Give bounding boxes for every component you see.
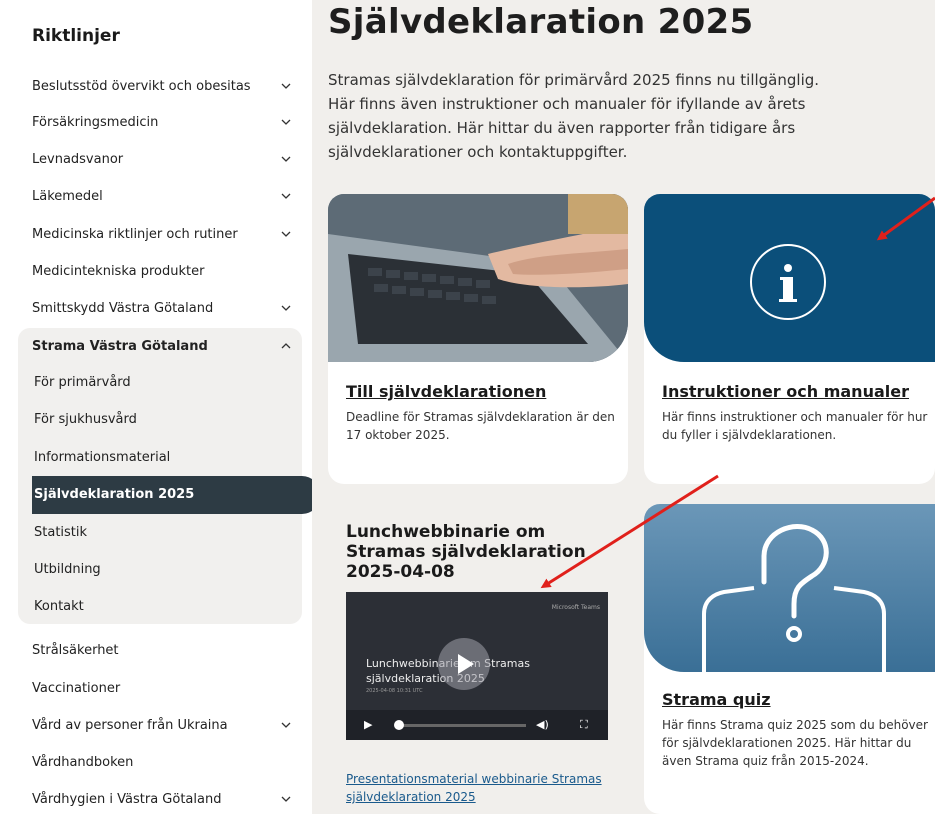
info-banner <box>644 194 935 362</box>
sidebar-item-label: Försäkringsmedicin <box>32 114 159 130</box>
chevron-down-icon <box>281 119 291 125</box>
sidebar-item-vaccinationer[interactable]: Vaccinationer <box>32 670 302 706</box>
sidebar-nav: Riktlinjer Beslutsstöd övervikt och obes… <box>18 0 320 814</box>
sidebar-item-label: Vaccinationer <box>32 680 121 696</box>
card-till-sjalvdeklarationen[interactable]: Till självdeklarationen Deadline för Str… <box>328 194 628 484</box>
chevron-down-icon <box>281 193 291 199</box>
video-brand: Microsoft Teams <box>551 604 600 611</box>
card-body: Till självdeklarationen Deadline för Str… <box>346 382 618 444</box>
chevron-up-icon <box>281 343 291 349</box>
card-instruktioner[interactable]: Instruktioner och manualer Här finns ins… <box>644 194 935 484</box>
chevron-down-icon <box>281 796 291 802</box>
sidebar-item-levnadsvanor[interactable]: Levnadsvanor <box>32 141 302 177</box>
video-controls: ▶ ◀) ⛶ <box>346 710 608 740</box>
sidebar-item-label: Informationsmaterial <box>34 449 171 465</box>
sidebar-item-forsakringsmedicin[interactable]: Försäkringsmedicin <box>32 104 302 140</box>
sidebar-item-ukraina[interactable]: Vård av personer från Ukraina <box>32 707 302 743</box>
play-icon[interactable]: ▶ <box>364 718 372 731</box>
sidebar-item-label: Vårdhandboken <box>32 754 134 770</box>
card-description: Deadline för Stramas självdeklaration är… <box>346 410 615 442</box>
chevron-down-icon <box>281 156 291 162</box>
volume-icon[interactable]: ◀) <box>536 718 549 731</box>
till-sjalvdeklarationen-link[interactable]: Till självdeklarationen <box>346 382 618 402</box>
sidebar-item-primarvard[interactable]: För primärvård <box>34 364 304 400</box>
sidebar-item-utbildning[interactable]: Utbildning <box>34 551 304 587</box>
card-description: Här finns instruktioner och manualer för… <box>662 410 928 442</box>
sidebar-item-label: Utbildning <box>34 561 101 577</box>
sidebar-item-stralsakerhet[interactable]: Strålsäkerhet <box>32 632 302 668</box>
info-glyph <box>779 264 797 302</box>
strama-quiz-link[interactable]: Strama quiz <box>662 690 932 710</box>
sidebar-item-label: Medicintekniska produkter <box>32 263 205 279</box>
card-webbinarie: Lunchwebbinarie om Stramas självdeklarat… <box>328 504 628 814</box>
card-body: Strama quiz Här finns Strama quiz 2025 s… <box>662 690 932 770</box>
sidebar-item-medicinska-riktlinjer[interactable]: Medicinska riktlinjer och rutiner <box>32 216 302 252</box>
sidebar-item-label: Medicinska riktlinjer och rutiner <box>32 226 238 242</box>
sidebar-item-sjukhusvard[interactable]: För sjukhusvård <box>34 401 304 437</box>
laptop-illustration <box>328 194 628 362</box>
page-title: Självdeklaration 2025 <box>328 2 754 42</box>
quiz-image <box>644 504 935 672</box>
sidebar-item-vardhygien[interactable]: Vårdhygien i Västra Götaland <box>32 781 302 814</box>
sidebar-item-strama[interactable]: Strama Västra Götaland <box>32 328 302 364</box>
laptop-image <box>328 194 628 362</box>
sidebar-item-overvikt[interactable]: Beslutsstöd övervikt och obesitas <box>32 68 302 104</box>
progress-handle[interactable] <box>394 720 404 730</box>
play-button[interactable] <box>438 638 490 690</box>
sidebar-item-lakemedel[interactable]: Läkemedel <box>32 178 302 214</box>
sidebar-item-smittskydd[interactable]: Smittskydd Västra Götaland <box>32 290 302 326</box>
sidebar-item-vardhandboken[interactable]: Vårdhandboken <box>32 744 302 780</box>
question-mark-icon <box>702 523 886 672</box>
chevron-down-icon <box>281 231 291 237</box>
webbinarie-title: Lunchwebbinarie om Stramas självdeklarat… <box>346 522 586 582</box>
video-date: 2025-04-08 10:31 UTC <box>366 688 423 694</box>
sidebar-item-label: Strama Västra Götaland <box>32 338 208 354</box>
sidebar-item-label: Smittskydd Västra Götaland <box>32 300 214 316</box>
sidebar-item-label: För primärvård <box>34 374 131 390</box>
sidebar-item-label: För sjukhusvård <box>34 411 137 427</box>
video-player[interactable]: Microsoft Teams Lunchwebbinarie om Stram… <box>346 592 608 740</box>
sidebar-item-label: Vårdhygien i Västra Götaland <box>32 791 222 807</box>
sidebar-item-kontakt[interactable]: Kontakt <box>34 588 304 624</box>
sidebar-item-label: Vård av personer från Ukraina <box>32 717 228 733</box>
sidebar-item-label: Levnadsvanor <box>32 151 124 167</box>
sidebar-item-label: Kontakt <box>34 598 84 614</box>
presentationsmaterial-link[interactable]: Presentationsmaterial webbinarie Stramas… <box>346 770 616 806</box>
card-strama-quiz[interactable]: Strama quiz Här finns Strama quiz 2025 s… <box>644 504 935 814</box>
sidebar-item-label: Strålsäkerhet <box>32 642 119 658</box>
sidebar-item-statistik[interactable]: Statistik <box>34 514 304 550</box>
sidebar-item-label: Läkemedel <box>32 188 103 204</box>
sidebar-item-informationsmaterial[interactable]: Informationsmaterial <box>34 439 304 475</box>
sidebar-title: Riktlinjer <box>32 26 120 46</box>
info-icon <box>750 244 826 320</box>
intro-text: Stramas självdeklaration för primärvård … <box>328 71 820 161</box>
sidebar-item-label: Självdeklaration 2025 <box>34 486 195 502</box>
chevron-down-icon <box>281 305 291 311</box>
card-description: Här finns Strama quiz 2025 som du behöve… <box>662 718 928 768</box>
chevron-down-icon <box>281 83 291 89</box>
sidebar-item-label: Beslutsstöd övervikt och obesitas <box>32 78 251 94</box>
sidebar-item-sjalvdeklaration[interactable]: Självdeklaration 2025 <box>34 476 304 512</box>
main-content: Självdeklaration 2025 Stramas självdekla… <box>312 0 935 814</box>
instruktioner-link[interactable]: Instruktioner och manualer <box>662 382 932 402</box>
progress-bar[interactable] <box>396 724 526 727</box>
chevron-down-icon <box>281 722 291 728</box>
fullscreen-icon[interactable]: ⛶ <box>580 718 588 732</box>
sidebar-item-label: Statistik <box>34 524 88 540</box>
sidebar-item-medicintekniska[interactable]: Medicintekniska produkter <box>32 253 302 289</box>
card-body: Instruktioner och manualer Här finns ins… <box>662 382 932 444</box>
